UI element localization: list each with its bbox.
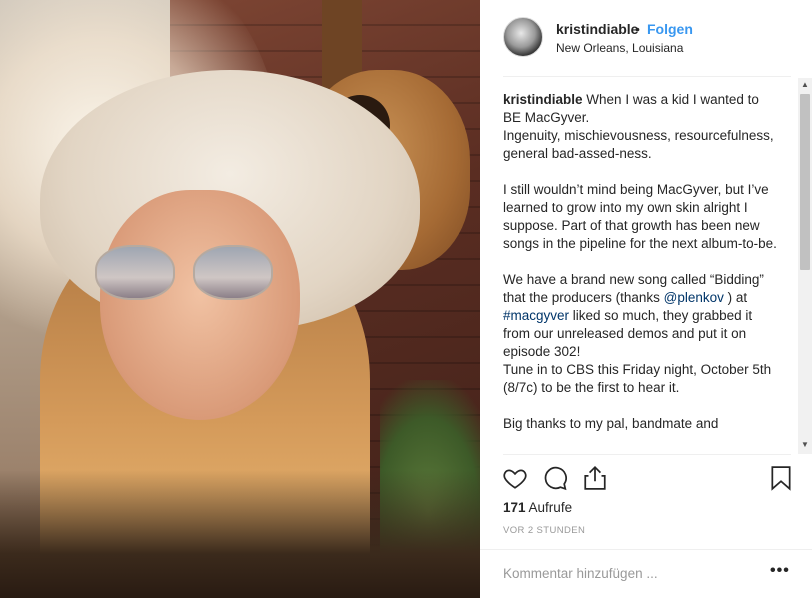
caption-line4a: We have a brand new song called “Bidding… [503, 272, 764, 305]
comment-divider [480, 549, 812, 550]
caption-scroll-area[interactable]: kristindiable When I was a kid I wanted … [480, 78, 812, 454]
view-count-label: Aufrufe [528, 500, 573, 515]
scroll-down-arrow-icon[interactable]: ▼ [798, 440, 812, 452]
scroll-up-arrow-icon[interactable]: ▲ [798, 80, 812, 92]
caption-line3: I still wouldn’t mind being MacGyver, bu… [503, 182, 777, 251]
scroll-thumb[interactable] [800, 94, 810, 270]
avatar[interactable] [503, 17, 543, 57]
hashtag-link[interactable]: #macgyver [503, 308, 569, 323]
face [100, 190, 300, 420]
separator-dot: • [635, 21, 640, 37]
post-media[interactable] [0, 0, 480, 598]
more-options-icon[interactable]: ••• [770, 562, 790, 580]
comment-icon[interactable] [542, 465, 568, 491]
caption-line5: Tune in to CBS this Friday night, Octobe… [503, 362, 772, 395]
username-link[interactable]: kristindiable [556, 21, 638, 37]
post-timestamp[interactable]: VOR 2 STUNDEN [503, 525, 585, 536]
actions-divider [503, 454, 791, 455]
jacket [0, 470, 480, 598]
caption-author[interactable]: kristindiable [503, 92, 583, 107]
share-icon[interactable] [582, 465, 608, 491]
view-count[interactable]: 171 Aufrufe [503, 500, 572, 515]
caption-scrollbar[interactable]: ▲ ▼ [798, 78, 812, 454]
heart-icon[interactable] [502, 465, 528, 491]
caption: kristindiable When I was a kid I wanted … [503, 91, 779, 433]
caption-line6: Big thanks to my pal, bandmate and [503, 416, 719, 431]
comment-input[interactable] [503, 563, 743, 583]
caption-line4b: ) at [727, 290, 748, 305]
bookmark-icon[interactable] [768, 465, 794, 491]
follow-button[interactable]: Folgen [647, 21, 693, 37]
caption-line2: Ingenuity, mischievousness, resourcefuln… [503, 128, 774, 161]
post-header: kristindiable • Folgen New Orleans, Loui… [480, 0, 812, 78]
mention-link[interactable]: @plenkov [664, 290, 724, 305]
location-link[interactable]: New Orleans, Louisiana [556, 41, 683, 55]
view-count-number: 171 [503, 500, 526, 515]
header-divider [503, 76, 791, 77]
sunglasses [95, 245, 275, 305]
